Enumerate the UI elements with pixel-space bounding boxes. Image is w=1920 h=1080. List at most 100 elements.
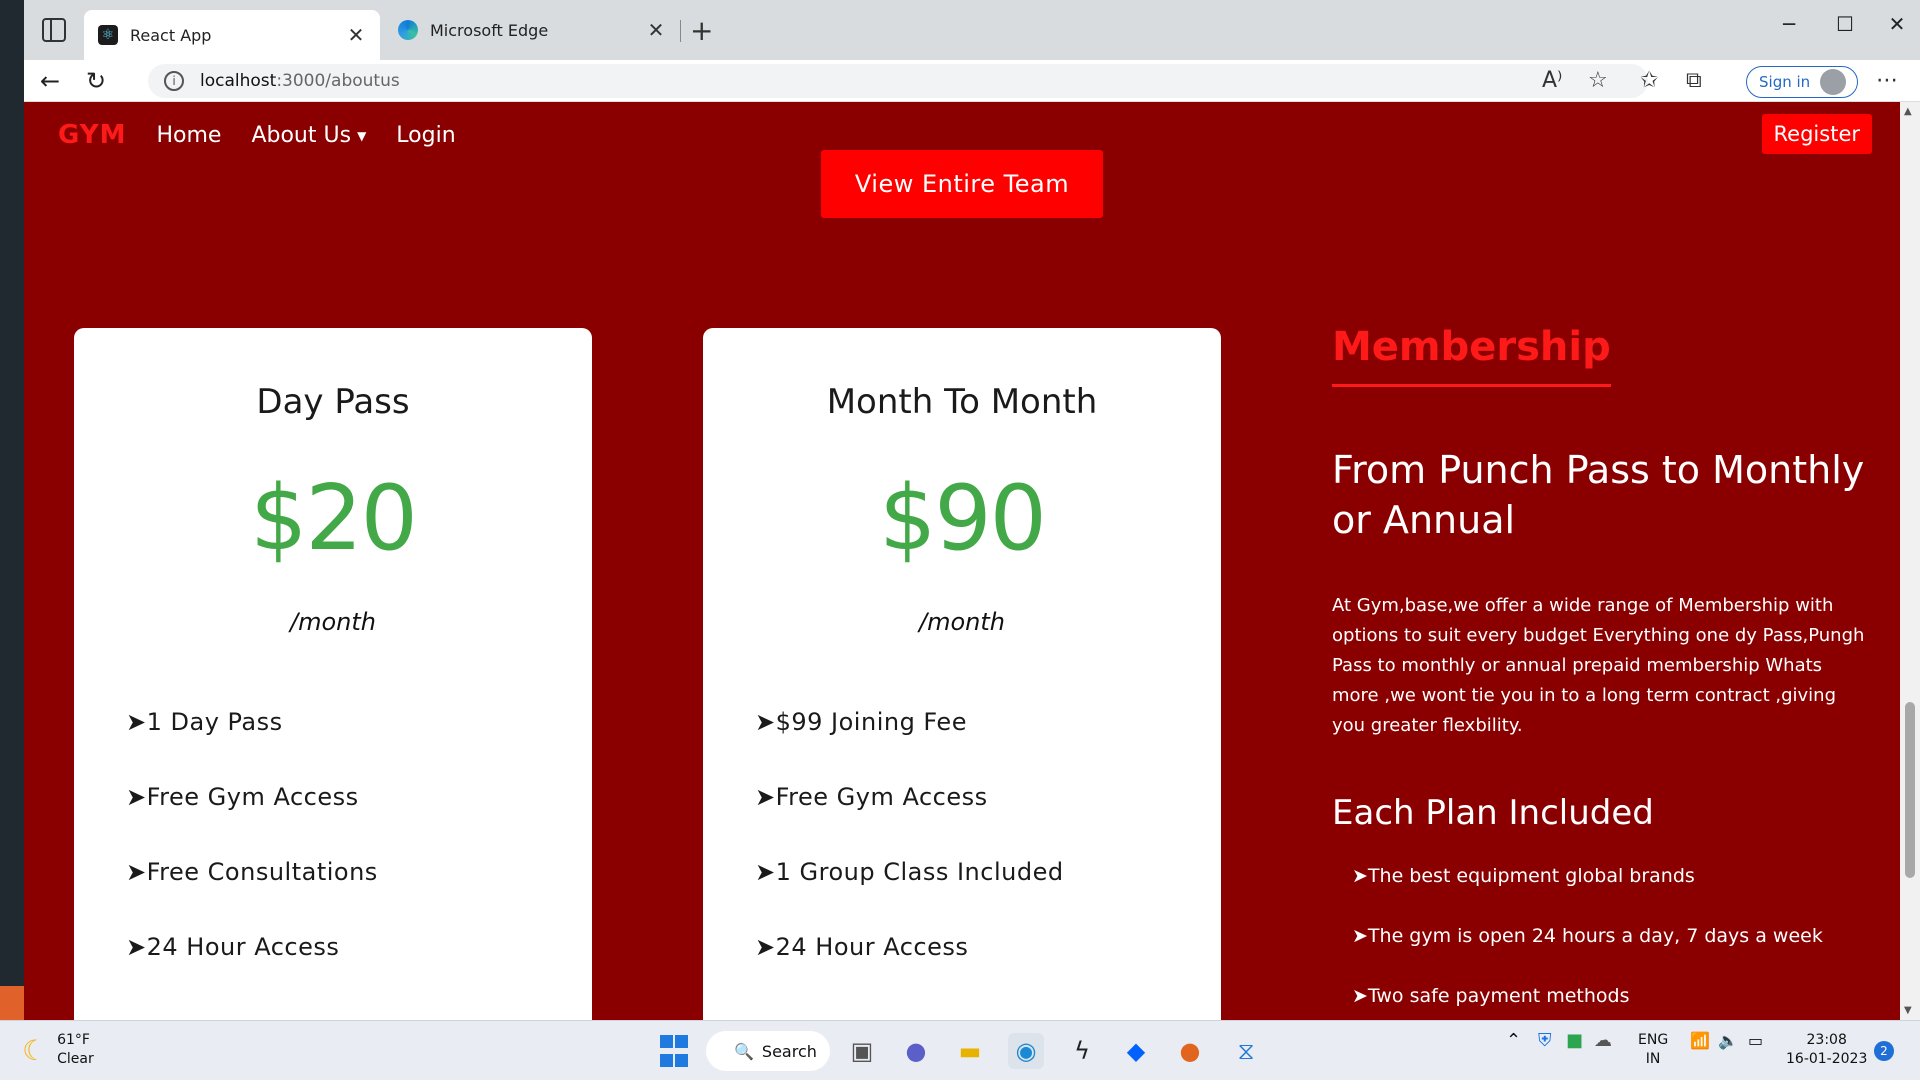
url-input[interactable]: i localhost:3000/aboutus: [148, 64, 1648, 98]
refresh-icon[interactable]: ↻: [86, 67, 106, 95]
plan-features: ➤$99 Joining Fee ➤Free Gym Access ➤1 Gro…: [755, 708, 1064, 1008]
maximize-icon[interactable]: ☐: [1830, 12, 1860, 36]
desktop-left-strip: [0, 0, 24, 1020]
wifi-icon[interactable]: 📶: [1690, 1031, 1710, 1050]
language-indicator[interactable]: ENG IN: [1638, 1031, 1668, 1069]
site-info-icon[interactable]: i: [164, 71, 184, 91]
membership-heading: Membership: [1332, 324, 1611, 387]
plan-price: $20: [250, 466, 418, 571]
taskbar: ☾ 61°F Clear 🔍 Search ▣ ● ▬ ◉ ϟ ◆ ● ⧖ ⌃ ⛨…: [0, 1020, 1920, 1080]
url-host: localhost: [200, 71, 277, 91]
address-bar: ← ↻ i localhost:3000/aboutus A⁾ ☆ ✩ ⧉ Si…: [24, 60, 1920, 102]
chevron-up-icon[interactable]: ⌃: [1506, 1031, 1521, 1050]
list-item: ➤Two safe payment methods: [1352, 985, 1630, 1007]
plan-included-heading: Each Plan Included: [1332, 793, 1654, 833]
more-options-icon[interactable]: ⋯: [1876, 68, 1898, 93]
weather-widget[interactable]: ☾ 61°F Clear: [22, 1031, 94, 1069]
start-icon[interactable]: [656, 1033, 692, 1069]
membership-section: Membership From Punch Pass to Monthly or…: [1332, 324, 1872, 1020]
clock-date: 16-01-2023: [1786, 1051, 1868, 1067]
plan-card-day-pass: Day Pass $20 /month ➤1 Day Pass ➤Free Gy…: [74, 328, 592, 1020]
nav-about-us-label: About Us: [251, 122, 352, 148]
list-item: ➤The best equipment global brands: [1352, 865, 1695, 887]
edge-taskbar-icon[interactable]: ◉: [1008, 1033, 1044, 1069]
add-favorite-icon[interactable]: ☆: [1588, 68, 1608, 93]
collections-icon[interactable]: ⧉: [1686, 68, 1702, 93]
lang-line1: ENG: [1638, 1032, 1669, 1048]
plan-price: $90: [879, 466, 1047, 571]
close-icon[interactable]: ✕: [646, 18, 666, 42]
clock-time: 23:08: [1806, 1032, 1847, 1048]
plan-period: /month: [290, 608, 376, 636]
tab-actions-icon[interactable]: [42, 18, 66, 42]
tab-react-app[interactable]: ⚛ React App ✕: [84, 10, 380, 60]
membership-description: At Gym,base,we offer a wide range of Mem…: [1332, 595, 1865, 736]
taskbar-search[interactable]: 🔍 Search: [706, 1031, 830, 1071]
battery-icon[interactable]: ▭: [1748, 1031, 1763, 1050]
plan-title: Month To Month: [826, 382, 1098, 422]
plan-title: Day Pass: [256, 382, 410, 422]
react-icon: ⚛: [98, 25, 118, 45]
scrollbar-thumb[interactable]: [1905, 702, 1915, 878]
weather-temp: 61°F: [57, 1032, 90, 1048]
sign-in-label: Sign in: [1759, 73, 1811, 91]
brand-logo[interactable]: GYM: [58, 120, 126, 150]
back-icon[interactable]: ←: [40, 67, 60, 95]
app-icon[interactable]: ϟ: [1064, 1033, 1100, 1069]
firefox-icon[interactable]: ●: [1172, 1033, 1208, 1069]
tab-microsoft-edge[interactable]: Microsoft Edge ✕: [384, 10, 680, 50]
plan-included-list: ➤The best equipment global brands ➤The g…: [1352, 865, 1872, 1020]
url-path: :3000/aboutus: [276, 71, 400, 91]
vscode-icon[interactable]: ⧖: [1228, 1033, 1264, 1069]
weather-desc: Clear: [57, 1051, 94, 1067]
favorites-icon[interactable]: ✩: [1640, 68, 1658, 93]
read-aloud-icon[interactable]: A⁾: [1542, 68, 1562, 93]
plan-feature: ➤24 Hour Access: [755, 933, 969, 961]
clock[interactable]: 23:08 16-01-2023: [1786, 1031, 1867, 1069]
lang-line2: IN: [1645, 1051, 1661, 1067]
edge-icon: [398, 20, 418, 40]
security-icon[interactable]: ⛨: [1538, 1031, 1552, 1050]
plan-feature: ➤Free Gym Access: [755, 783, 988, 811]
tab-title: Microsoft Edge: [430, 20, 549, 40]
nav-login[interactable]: Login: [396, 123, 455, 148]
new-tab-icon[interactable]: +: [690, 14, 713, 47]
plan-period: /month: [919, 608, 1005, 636]
page-content: GYM Home About Us ▼ Login Register View E…: [24, 102, 1920, 1020]
list-item: ➤The gym is open 24 hours a day, 7 days …: [1352, 925, 1823, 947]
register-button[interactable]: Register: [1761, 114, 1872, 154]
nav-home[interactable]: Home: [156, 123, 221, 148]
nav-about-us[interactable]: About Us ▼: [251, 123, 366, 148]
plan-feature: ➤Free Consultations: [126, 858, 378, 886]
scroll-down-icon[interactable]: ▼: [1904, 1005, 1912, 1016]
app-tray-icon[interactable]: ■: [1566, 1031, 1583, 1050]
view-team-button[interactable]: View Entire Team: [821, 150, 1103, 218]
chat-icon[interactable]: ●: [898, 1033, 934, 1069]
window-close-icon[interactable]: ✕: [1882, 12, 1912, 36]
notification-badge[interactable]: 2: [1874, 1041, 1894, 1061]
tab-divider: [680, 20, 681, 42]
plan-card-month-to-month: Month To Month $90 /month ➤$99 Joining F…: [703, 328, 1221, 1020]
cloud-icon[interactable]: ☁: [1594, 1031, 1612, 1050]
plan-feature: ➤1 Day Pass: [126, 708, 283, 736]
membership-subheading: From Punch Pass to Monthly or Annual: [1332, 448, 1865, 542]
plan-feature: ➤24 Hour Access: [126, 933, 340, 961]
plan-feature: ➤1 Group Class Included: [755, 858, 1064, 886]
close-icon[interactable]: ✕: [346, 23, 366, 47]
search-icon: 🔍: [734, 1041, 754, 1061]
plan-features: ➤1 Day Pass ➤Free Gym Access ➤Free Consu…: [126, 708, 378, 1008]
file-explorer-icon[interactable]: ▬: [952, 1033, 988, 1069]
volume-icon[interactable]: 🔈: [1718, 1031, 1738, 1050]
avatar-icon: [1820, 69, 1847, 95]
sign-in-button[interactable]: Sign in: [1746, 66, 1858, 98]
tab-bar: ⚛ React App ✕ Microsoft Edge ✕ + ─ ☐ ✕: [24, 0, 1920, 60]
plan-feature: ➤Free Gym Access: [126, 783, 359, 811]
browser-window: ⚛ React App ✕ Microsoft Edge ✕ + ─ ☐ ✕ ←…: [24, 0, 1920, 1020]
dropbox-icon[interactable]: ◆: [1118, 1033, 1154, 1069]
page-scrollbar[interactable]: ▲ ▼: [1900, 102, 1920, 1020]
plan-feature: ➤$99 Joining Fee: [755, 708, 967, 736]
minimize-icon[interactable]: ─: [1774, 12, 1804, 36]
moon-icon: ☾: [22, 1033, 48, 1067]
task-view-icon[interactable]: ▣: [844, 1033, 880, 1069]
scroll-up-icon[interactable]: ▲: [1904, 106, 1912, 117]
